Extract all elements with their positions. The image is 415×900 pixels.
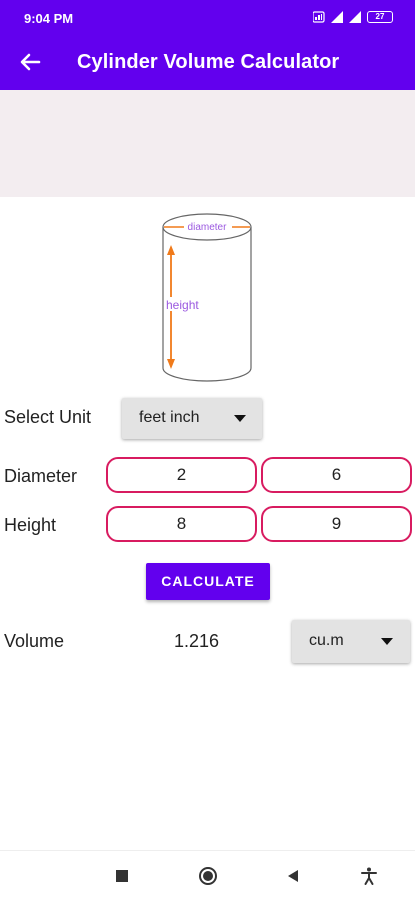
diameter-inch-input[interactable]: 6 xyxy=(261,457,412,493)
wifi-icon xyxy=(313,11,325,23)
height-feet-input[interactable]: 8 xyxy=(106,506,257,542)
page-title: Cylinder Volume Calculator xyxy=(77,51,340,73)
battery-icon: 27 xyxy=(367,11,393,23)
arrow-back-icon[interactable] xyxy=(16,48,44,76)
accessibility-icon[interactable] xyxy=(359,866,379,886)
volume-unit-value: cu.m xyxy=(309,632,344,649)
signal-icon xyxy=(331,11,343,23)
recents-square-icon[interactable] xyxy=(112,866,132,886)
unit-dropdown[interactable]: feet inch xyxy=(122,398,262,439)
select-unit-label: Select Unit xyxy=(4,407,92,427)
height-diagram-label: height xyxy=(166,298,199,312)
diameter-label: Diameter xyxy=(4,466,78,486)
system-navigation-bar xyxy=(0,850,415,900)
cylinder-diagram: diameter height xyxy=(162,213,252,382)
ad-banner[interactable] xyxy=(0,90,415,197)
back-triangle-icon[interactable] xyxy=(283,866,303,886)
status-icons: 27 xyxy=(313,11,393,23)
height-label: Height xyxy=(4,515,57,535)
volume-label: Volume xyxy=(4,631,65,651)
unit-dropdown-value: feet inch xyxy=(139,409,200,426)
calculate-button[interactable]: CALCULATE xyxy=(146,563,270,600)
status-time: 9:04 PM xyxy=(24,11,74,26)
volume-unit-dropdown[interactable]: cu.m xyxy=(292,620,410,663)
height-inch-input[interactable]: 9 xyxy=(261,506,412,542)
status-bar: 9:04 PM 27 xyxy=(0,0,415,34)
chevron-down-icon xyxy=(381,638,393,645)
app-bar: Cylinder Volume Calculator xyxy=(0,34,415,90)
diameter-diagram-label: diameter xyxy=(188,222,228,233)
signal-icon-2 xyxy=(349,11,361,23)
chevron-down-icon xyxy=(234,415,246,422)
diameter-feet-input[interactable]: 2 xyxy=(106,457,257,493)
volume-value: 1.216 xyxy=(174,631,220,651)
home-circle-icon[interactable] xyxy=(198,866,218,886)
